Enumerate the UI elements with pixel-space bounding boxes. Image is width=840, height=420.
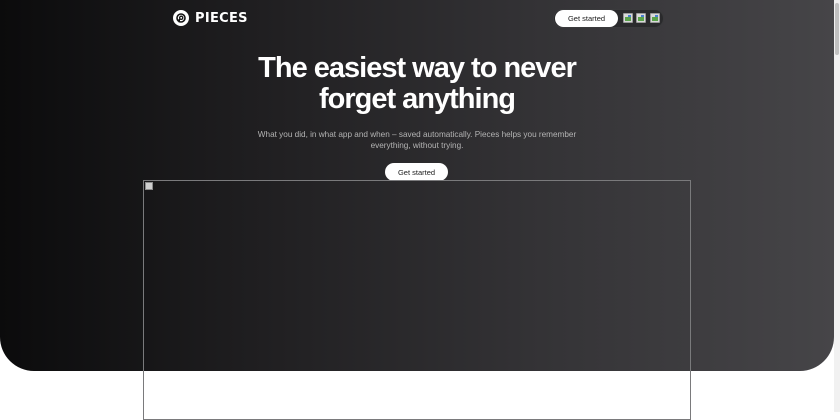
nav-get-started-button[interactable]: Get started	[555, 10, 618, 27]
brand-name: PIECES	[195, 10, 248, 26]
headline-line-1: The easiest way to never	[258, 52, 577, 84]
pieces-logo-icon	[173, 10, 189, 26]
headline-line-2: forget anything	[318, 83, 516, 115]
broken-image-icon	[145, 182, 153, 190]
page-scrollbar[interactable]	[834, 0, 840, 412]
hero-headline: The easiest way to never forget anything	[0, 53, 834, 115]
product-media-frame	[143, 180, 691, 420]
hero-get-started-button[interactable]: Get started	[385, 163, 448, 181]
hero-subtext: What you did, in what app and when – sav…	[0, 129, 834, 151]
image-icon[interactable]	[650, 13, 660, 23]
subtext-line-2: everything, without trying.	[370, 141, 464, 150]
brand-logo[interactable]: PIECES	[173, 10, 248, 26]
image-icon[interactable]	[623, 13, 633, 23]
scrollbar-thumb[interactable]	[835, 3, 839, 55]
subtext-line-1: What you did, in what app and when – sav…	[257, 130, 577, 139]
image-icon[interactable]	[636, 13, 646, 23]
